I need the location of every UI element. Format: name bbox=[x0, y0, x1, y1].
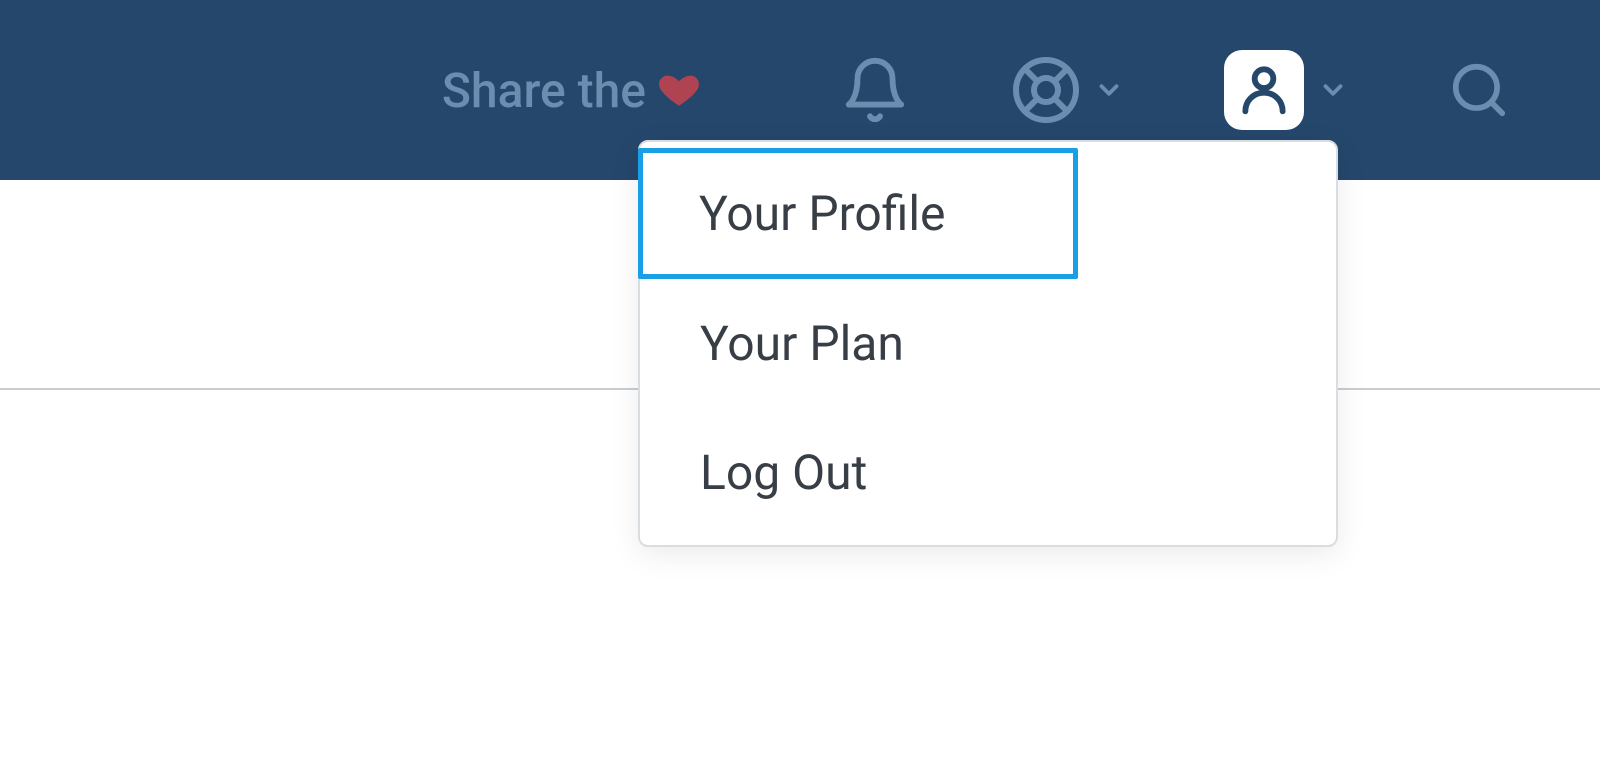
chevron-down-icon bbox=[1318, 75, 1348, 105]
bell-icon bbox=[840, 55, 910, 125]
heart-icon bbox=[658, 69, 700, 111]
life-ring-icon bbox=[1010, 54, 1082, 126]
profile-avatar-container bbox=[1224, 50, 1304, 130]
menu-item-your-plan[interactable]: Your Plan bbox=[640, 279, 1336, 408]
menu-item-label: Your Profile bbox=[699, 185, 946, 242]
menu-item-log-out[interactable]: Log Out bbox=[640, 408, 1336, 537]
notifications-button[interactable] bbox=[840, 55, 910, 125]
menu-item-label: Your Plan bbox=[700, 315, 904, 372]
user-icon bbox=[1236, 60, 1292, 120]
share-the-link[interactable]: Share the bbox=[442, 62, 700, 119]
profile-dropdown-menu: Your Profile Your Plan Log Out bbox=[638, 140, 1338, 547]
profile-menu-button[interactable] bbox=[1224, 50, 1348, 130]
search-button[interactable] bbox=[1448, 59, 1510, 121]
chevron-down-icon bbox=[1094, 75, 1124, 105]
help-menu-button[interactable] bbox=[1010, 54, 1124, 126]
search-icon bbox=[1448, 59, 1510, 121]
share-the-label: Share the bbox=[442, 62, 646, 119]
menu-item-label: Log Out bbox=[700, 444, 867, 501]
menu-item-your-profile[interactable]: Your Profile bbox=[638, 148, 1078, 279]
